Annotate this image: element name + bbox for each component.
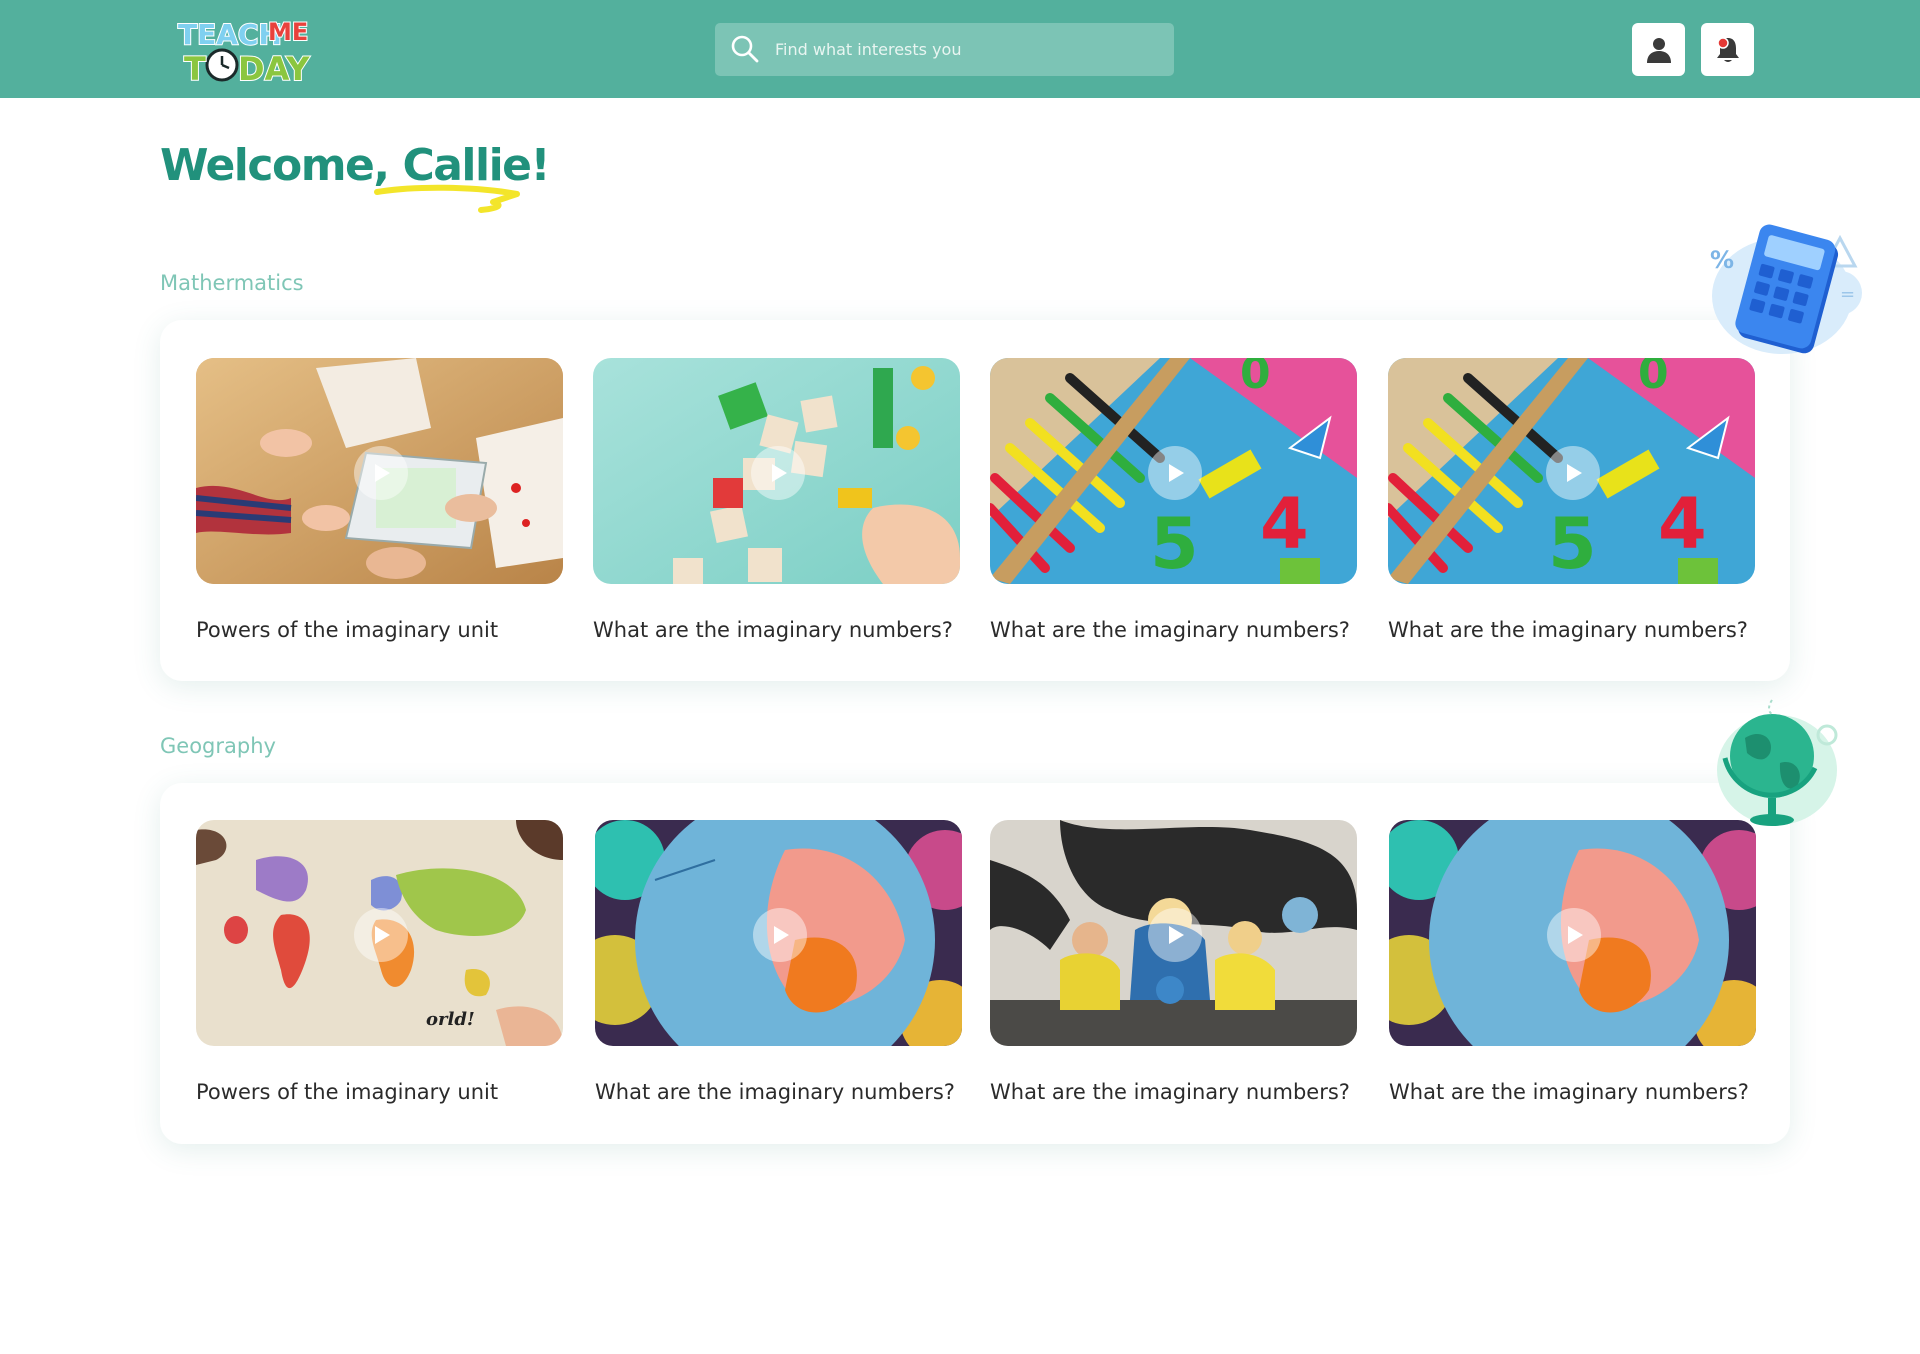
video-card[interactable]: What are the imaginary numbers?: [595, 820, 962, 1104]
video-thumbnail[interactable]: [593, 358, 960, 584]
profile-button[interactable]: [1632, 23, 1685, 76]
play-icon: [375, 464, 390, 482]
section-title-geography: Geography: [160, 734, 276, 758]
search-input[interactable]: [775, 23, 1165, 76]
play-button[interactable]: [751, 446, 805, 500]
play-icon: [1568, 926, 1583, 944]
video-thumbnail[interactable]: 5 4 0: [1388, 358, 1755, 584]
video-card[interactable]: What are the imaginary numbers?: [1389, 820, 1756, 1104]
video-title[interactable]: What are the imaginary numbers?: [990, 1080, 1357, 1104]
svg-text:%: %: [1710, 246, 1734, 274]
svg-text:DAY: DAY: [238, 50, 310, 84]
play-icon: [772, 464, 787, 482]
play-button[interactable]: [1547, 908, 1601, 962]
play-button[interactable]: [753, 908, 807, 962]
svg-text:orld!: orld!: [426, 1009, 475, 1030]
globe-illustration: [1717, 699, 1838, 826]
svg-text:TEACH: TEACH: [178, 18, 282, 51]
section-title-math: Mathermatics: [160, 271, 304, 295]
video-title[interactable]: What are the imaginary numbers?: [593, 618, 960, 642]
search-icon: [731, 35, 759, 63]
svg-text:0: 0: [1638, 358, 1669, 399]
calculator-illustration: % =: [1710, 224, 1862, 354]
video-card[interactable]: orld! Powers of the imaginary unit: [196, 820, 563, 1104]
svg-text:T: T: [184, 50, 206, 84]
geography-panel: orld! Powers of the imaginary unit What …: [160, 783, 1790, 1144]
svg-text:4: 4: [1260, 483, 1309, 565]
video-thumbnail[interactable]: 5 4 0: [990, 358, 1357, 584]
name-underline-swash: [374, 184, 520, 213]
notifications-button[interactable]: [1701, 23, 1754, 76]
play-icon: [1169, 926, 1184, 944]
math-panel: Powers of the imaginary unit What are th…: [160, 320, 1790, 681]
bell-icon: [1716, 36, 1739, 62]
play-button[interactable]: [1148, 908, 1202, 962]
svg-text:0: 0: [1240, 358, 1271, 399]
top-bar: TEACH ME T DAY: [0, 0, 1920, 98]
teach-me-today-logo[interactable]: TEACH ME T DAY: [176, 16, 316, 84]
play-icon: [375, 926, 390, 944]
video-title[interactable]: What are the imaginary numbers?: [1389, 1080, 1756, 1104]
video-card[interactable]: Powers of the imaginary unit: [196, 358, 563, 642]
svg-text:=: =: [1840, 284, 1855, 305]
play-icon: [1169, 464, 1184, 482]
video-card[interactable]: What are the imaginary numbers?: [593, 358, 960, 642]
video-title[interactable]: What are the imaginary numbers?: [990, 618, 1357, 642]
video-card[interactable]: 5 4 0 What are the imaginary numbers?: [990, 358, 1357, 642]
play-icon: [1567, 464, 1582, 482]
svg-text:5: 5: [1548, 503, 1597, 584]
welcome-greeting: Welcome,: [160, 140, 390, 191]
play-button[interactable]: [1148, 446, 1202, 500]
video-title[interactable]: Powers of the imaginary unit: [196, 1080, 563, 1104]
video-card[interactable]: 5 4 0 What are the imaginary numbers?: [1388, 358, 1755, 642]
video-thumbnail[interactable]: [1389, 820, 1756, 1046]
video-thumbnail[interactable]: [990, 820, 1357, 1046]
video-card[interactable]: What are the imaginary numbers?: [990, 820, 1357, 1104]
svg-text:4: 4: [1658, 483, 1707, 565]
user-icon: [1646, 37, 1671, 63]
video-thumbnail[interactable]: [595, 820, 962, 1046]
svg-text:5: 5: [1150, 503, 1199, 584]
play-button[interactable]: [354, 446, 408, 500]
play-icon: [774, 926, 789, 944]
video-title[interactable]: Powers of the imaginary unit: [196, 618, 563, 642]
search-bar[interactable]: [715, 23, 1174, 76]
video-thumbnail[interactable]: orld!: [196, 820, 563, 1046]
video-title[interactable]: What are the imaginary numbers?: [595, 1080, 962, 1104]
play-button[interactable]: [1546, 446, 1600, 500]
svg-text:ME: ME: [268, 18, 308, 46]
video-thumbnail[interactable]: [196, 358, 563, 584]
video-title[interactable]: What are the imaginary numbers?: [1388, 618, 1755, 642]
play-button[interactable]: [354, 908, 408, 962]
